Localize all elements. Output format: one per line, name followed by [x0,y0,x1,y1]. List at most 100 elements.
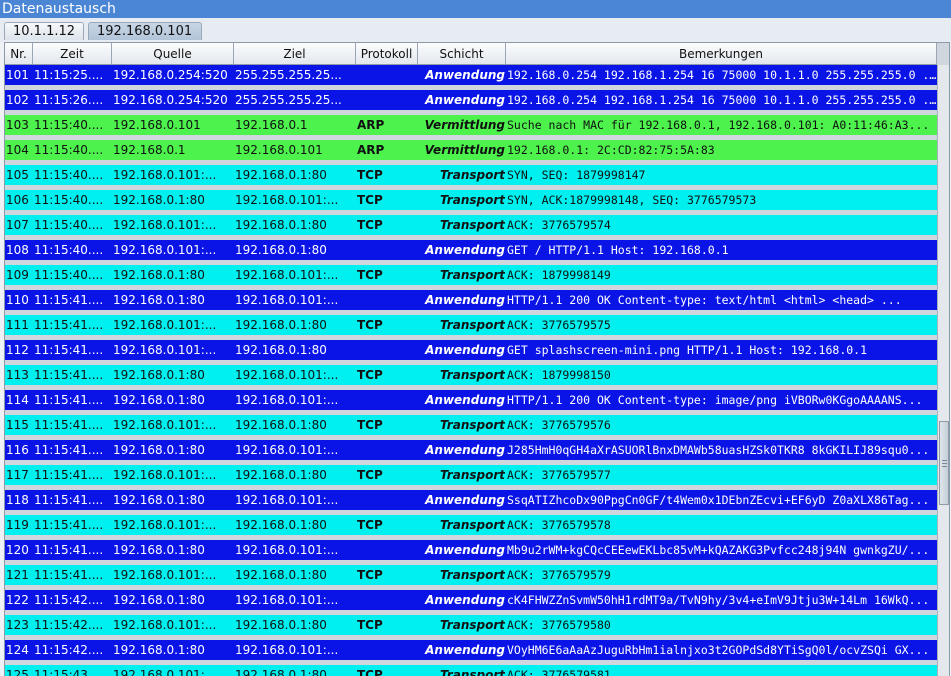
cell-schicht: Transport [439,168,505,182]
cell-bemerkungen: 192.168.0.254 192.168.1.254 16 75000 10.… [507,93,937,107]
cell-nr: 107 [6,218,29,232]
cell-protokoll: TCP [357,268,383,282]
tab-10-1-1-12[interactable]: 10.1.1.12 [4,22,84,40]
cell-quelle: 192.168.0.101:... [113,618,217,632]
cell-zeit: 11:15:42.... [34,643,104,657]
cell-quelle: 192.168.0.101:... [113,468,217,482]
cell-zeit: 11:15:41.... [34,543,104,557]
table-row[interactable]: 111 11:15:41.... 192.168.0.101:... 192.168.… [5,315,937,335]
table-row[interactable]: 120 11:15:41.... 192.168.0.1:80 192.168.0.1… [5,540,937,560]
tab-192-168-0-101[interactable]: 192.168.0.101 [88,22,202,40]
cell-bemerkungen: 192.168.0.1: 2C:CD:82:75:5A:83 [507,143,715,157]
cell-ziel: 192.168.0.1:80 [235,343,327,357]
table-row[interactable]: 115 11:15:41.... 192.168.0.101:... 192.168.… [5,415,937,435]
cell-bemerkungen: HTTP/1.1 200 OK Content-type: text/html … [507,293,902,307]
cell-protokoll: TCP [357,668,383,676]
cell-zeit: 11:15:41.... [34,418,104,432]
cell-quelle: 192.168.0.1:80 [113,193,205,207]
cell-bemerkungen: 192.168.0.254 192.168.1.254 16 75000 10.… [507,68,937,82]
table-row[interactable]: 121 11:15:41.... 192.168.0.101:... 192.168.… [5,565,937,585]
table-row[interactable]: 102 11:15:26.... 192.168.0.254:520 255.255.… [5,90,937,110]
cell-nr: 122 [6,593,29,607]
cell-quelle: 192.168.0.254:520 [113,68,228,82]
cell-protokoll: TCP [357,168,383,182]
cell-zeit: 11:15:26.... [34,93,104,107]
cell-schicht: Transport [439,618,505,632]
column-header-quelle[interactable]: Quelle [112,43,234,64]
cell-protokoll [357,65,419,85]
cell-bemerkungen: SsqATIZhcoDx90PpgCn0GF/t4Wem0x1DEbnZEcvi… [507,493,930,507]
table-row[interactable]: 106 11:15:40.... 192.168.0.1:80 192.168.0.1… [5,190,937,210]
cell-nr: 115 [6,418,29,432]
cell-quelle: 192.168.0.101:... [113,518,217,532]
cell-bemerkungen: ACK: 3776579577 [507,468,611,482]
cell-zeit: 11:15:43.... [34,668,104,676]
table-header: Nr. Zeit Quelle Ziel Protokoll Schicht B… [5,43,937,65]
cell-zeit: 11:15:42.... [34,593,104,607]
table-row[interactable]: 118 11:15:41.... 192.168.0.1:80 192.168.0.1… [5,490,937,510]
column-header-protokoll[interactable]: Protokoll [356,43,418,64]
table-row[interactable]: 109 11:15:40.... 192.168.0.1:80 192.168.0.1… [5,265,937,285]
cell-nr: 113 [6,368,29,382]
cell-nr: 103 [6,118,29,132]
table-row[interactable]: 124 11:15:42.... 192.168.0.1:80 192.168.0.1… [5,640,937,660]
table-row[interactable]: 110 11:15:41.... 192.168.0.1:80 192.168.0.1… [5,290,937,310]
cell-schicht: Anwendung [425,493,505,507]
cell-protokoll: TCP [357,368,383,382]
scrollbar-thumb[interactable] [939,421,949,505]
table-row[interactable]: 114 11:15:41.... 192.168.0.1:80 192.168.0.1… [5,390,937,410]
cell-protokoll: TCP [357,318,383,332]
cell-bemerkungen: VOyHM6E6aAaAzJuguRbHm1ialnjxo3t2GOPdSd8Y… [507,643,930,657]
column-header-ziel[interactable]: Ziel [234,43,356,64]
cell-bemerkungen: SYN, ACK:1879998148, SEQ: 3776579573 [507,193,757,207]
cell-nr: 101 [6,68,29,82]
table-row[interactable]: 105 11:15:40.... 192.168.0.101:... 192.168.… [5,165,937,185]
grip-line-icon [942,460,947,461]
table-row[interactable]: 107 11:15:40.... 192.168.0.101:... 192.168.… [5,215,937,235]
cell-schicht: Anwendung [425,543,505,557]
cell-zeit: 11:15:41.... [34,468,104,482]
cell-schicht: Transport [439,568,505,582]
cell-quelle: 192.168.0.1:80 [113,493,205,507]
cell-zeit: 11:15:41.... [34,443,104,457]
table-row[interactable]: 117 11:15:41.... 192.168.0.101:... 192.168.… [5,465,937,485]
cell-nr: 118 [6,493,29,507]
cell-quelle: 192.168.0.101:... [113,168,217,182]
table-row[interactable]: 104 11:15:40.... 192.168.0.1 192.168.0.101 A… [5,140,937,160]
table-row[interactable]: 119 11:15:41.... 192.168.0.101:... 192.168.… [5,515,937,535]
cell-quelle: 192.168.0.101:... [113,218,217,232]
table-row[interactable]: 101 11:15:25.... 192.168.0.254:520 255.255.… [5,65,937,85]
cell-zeit: 11:15:41.... [34,343,104,357]
cell-bemerkungen: GET splashscreen-mini.png HTTP/1.1 Host:… [507,343,868,357]
cell-protokoll [357,540,419,560]
column-header-bemerkungen[interactable]: Bemerkungen [506,43,937,64]
cell-ziel: 192.168.0.101:... [235,268,339,282]
table-row[interactable]: 113 11:15:41.... 192.168.0.1:80 192.168.0.1… [5,365,937,385]
table-row[interactable]: 108 11:15:40.... 192.168.0.101:... 192.168.… [5,240,937,260]
table-row[interactable]: 122 11:15:42.... 192.168.0.1:80 192.168.0.1… [5,590,937,610]
cell-zeit: 11:15:40.... [34,193,104,207]
cell-ziel: 192.168.0.1 [235,118,308,132]
packet-table: Nr. Zeit Quelle Ziel Protokoll Schicht B… [4,42,950,676]
cell-protokoll [357,340,419,360]
cell-schicht: Anwendung [425,343,505,357]
table-row[interactable]: 116 11:15:41.... 192.168.0.1:80 192.168.0.1… [5,440,937,460]
cell-zeit: 11:15:41.... [34,568,104,582]
column-header-zeit[interactable]: Zeit [33,43,112,64]
table-row[interactable]: 123 11:15:42.... 192.168.0.101:... 192.168.… [5,615,937,635]
table-row[interactable]: 112 11:15:41.... 192.168.0.101:... 192.168.… [5,340,937,360]
cell-schicht: Transport [439,468,505,482]
cell-ziel: 192.168.0.1:80 [235,168,327,182]
vertical-scrollbar[interactable] [937,65,949,676]
column-header-nr[interactable]: Nr. [5,43,33,64]
column-header-schicht[interactable]: Schicht [418,43,506,64]
cell-ziel: 255.255.255.25... [235,68,342,82]
cell-quelle: 192.168.0.101:... [113,243,217,257]
cell-nr: 121 [6,568,29,582]
table-row[interactable]: 125 11:15:43.... 192.168.0.101:... 192.168.… [5,665,937,676]
cell-bemerkungen: GET / HTTP/1.1 Host: 192.168.0.1 [507,243,729,257]
cell-quelle: 192.168.0.254:520 [113,93,228,107]
cell-protokoll: TCP [357,568,383,582]
table-row[interactable]: 103 11:15:40.... 192.168.0.101 192.168.0.1 A… [5,115,937,135]
cell-bemerkungen: ACK: 3776579576 [507,418,611,432]
